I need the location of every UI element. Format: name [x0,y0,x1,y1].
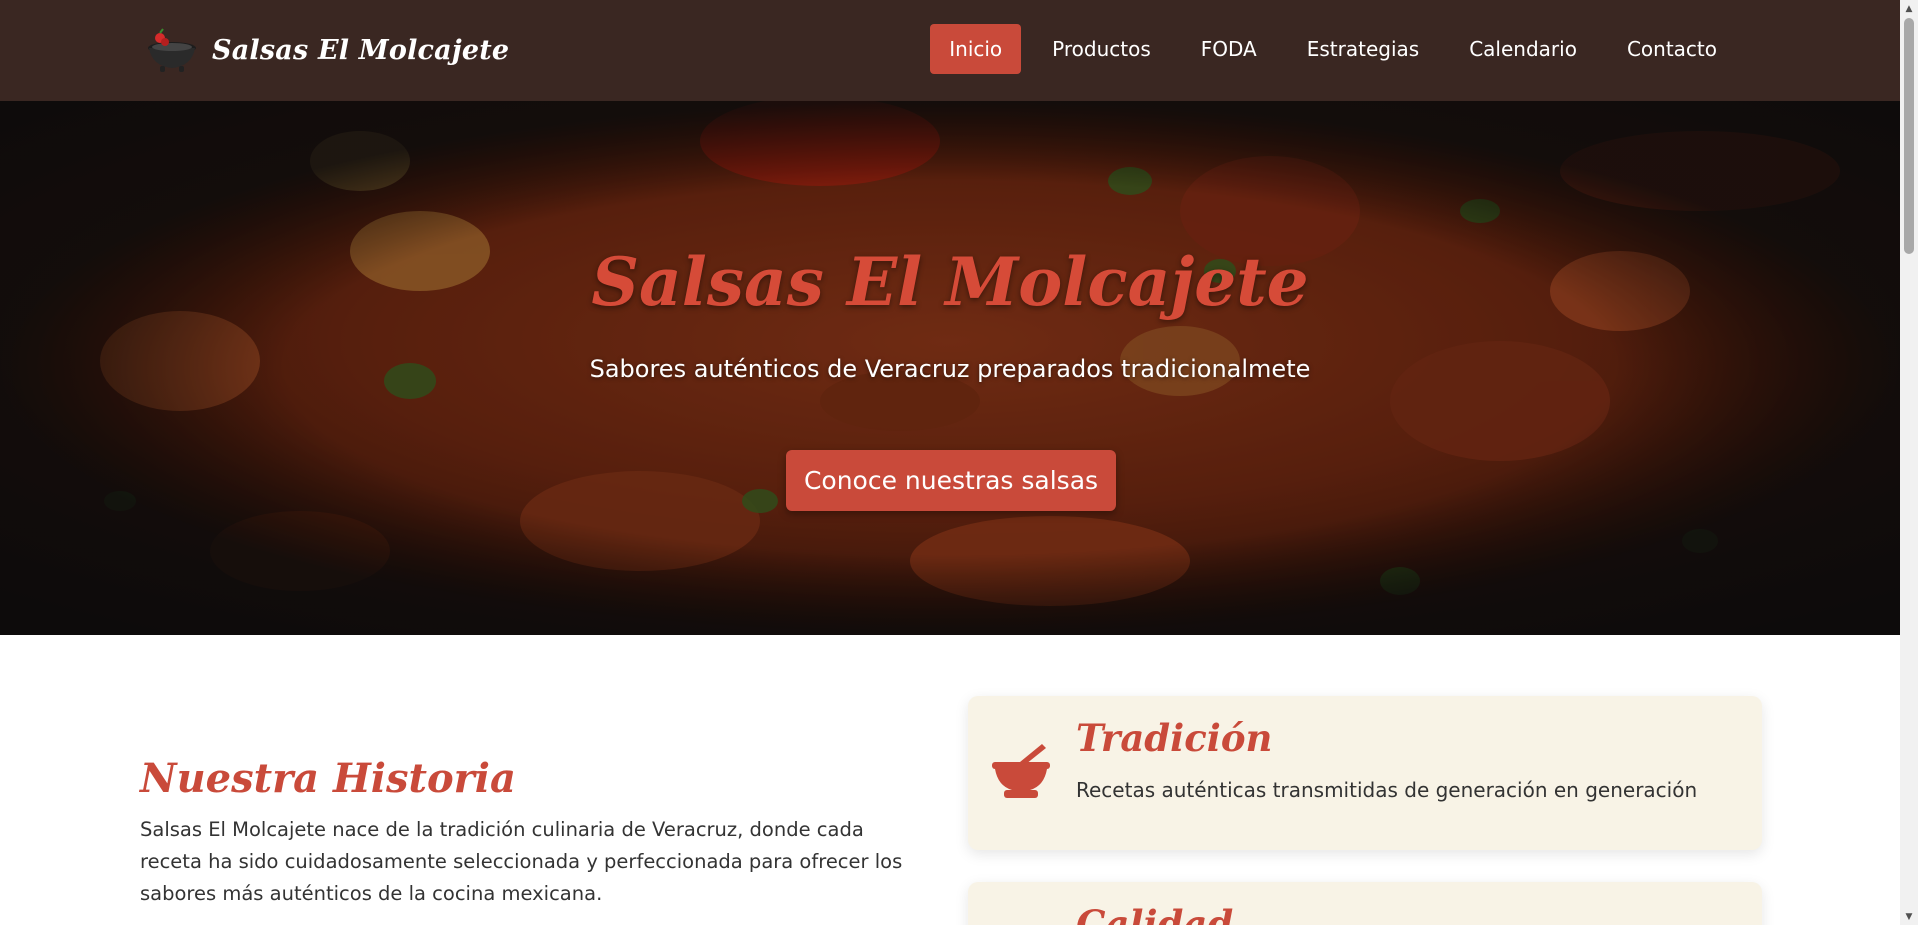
mortar-pestle-icon [992,744,1050,798]
main-nav: Inicio Productos FODA Estrategias Calend… [930,22,1736,76]
brand-name: Salsas El Molcajete [212,34,510,66]
scroll-up-arrow-icon[interactable]: ▲ [1900,0,1918,17]
nav-foda[interactable]: FODA [1182,24,1276,74]
nav-calendario[interactable]: Calendario [1450,24,1596,74]
scroll-down-arrow-icon[interactable]: ▼ [1900,908,1918,925]
feature-card-tradicion: Tradición Recetas auténticas transmitida… [968,696,1762,850]
feature-title: Calidad [1076,902,1234,925]
story-text: Salsas El Molcajete nace de la tradición… [140,818,903,905]
story-title: Nuestra Historia [140,755,516,802]
cta-button[interactable]: Conoce nuestras salsas [786,450,1116,511]
feature-text: Recetas auténticas transmitidas de gener… [1076,778,1698,802]
hero-subtitle: Sabores auténticos de Veracruz preparado… [589,355,1311,383]
nav-contacto[interactable]: Contacto [1608,24,1736,74]
feature-card-calidad: Calidad [968,882,1762,925]
nav-estrategias[interactable]: Estrategias [1288,24,1438,74]
molcajete-logo-icon [148,28,196,72]
navbar: Salsas El Molcajete Inicio Productos FOD… [0,0,1900,101]
nav-inicio[interactable]: Inicio [930,24,1022,74]
page-scrollbar[interactable]: ▲ ▼ [1900,0,1918,925]
hero-section: Salsas El Molcajete Sabores auténticos d… [0,101,1900,635]
brand[interactable]: Salsas El Molcajete [146,24,509,76]
feature-title: Tradición [1076,716,1273,760]
hero-title: Salsas El Molcajete [591,243,1309,321]
scrollbar-thumb[interactable] [1904,18,1914,254]
nav-productos[interactable]: Productos [1033,24,1170,74]
